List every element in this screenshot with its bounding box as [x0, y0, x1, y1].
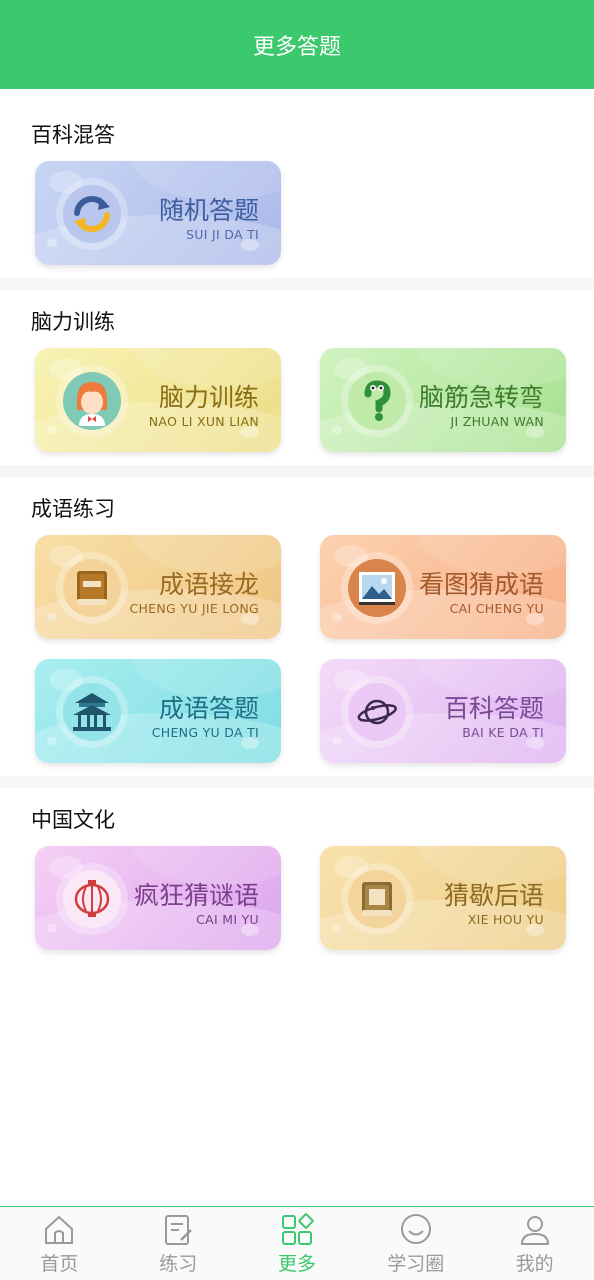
user-icon [520, 1216, 549, 1245]
card-brain-training[interactable]: 脑力训练 NAO LI XUN LIAN [35, 348, 281, 452]
section-title-baike: 百科混答 [31, 123, 115, 147]
book-icon [77, 571, 107, 605]
card-random-quiz[interactable]: 随机答题 SUI JI DA TI [35, 161, 281, 265]
card-subtitle: BAI KE DA TI [462, 725, 544, 740]
card-subtitle: CAI CHENG YU [449, 601, 544, 616]
pavilion-icon [73, 693, 111, 731]
card-title: 猜歇后语 [443, 881, 544, 910]
practice-icon [165, 1215, 193, 1245]
card-subtitle: CHENG YU DA TI [151, 725, 259, 740]
card-subtitle: CAI MI YU [196, 912, 259, 927]
card-subtitle: JI ZHUAN WAN [450, 414, 544, 429]
card-title: 百科答题 [443, 694, 544, 723]
section-divider [0, 465, 594, 477]
bottom-nav: 首页 练习 更多 学习圈 我的 [0, 1206, 594, 1280]
card-xiehouyu[interactable]: 猜歇后语 XIE HOU YU [320, 846, 566, 950]
nav-item-home[interactable]: 首页 [0, 1207, 119, 1280]
card-title: 成语接龙 [158, 570, 259, 599]
nav-label: 首页 [40, 1253, 79, 1275]
nav-label: 更多 [277, 1253, 316, 1275]
home-icon [45, 1215, 74, 1244]
nav-item-more[interactable]: 更多 [238, 1207, 357, 1280]
nav-item-mine[interactable]: 我的 [475, 1207, 594, 1280]
question-mark-icon [364, 380, 391, 421]
card-idiom-quiz[interactable]: 成语答题 CHENG YU DA TI [35, 659, 281, 763]
section-divider [0, 278, 594, 290]
refresh-icon [74, 196, 110, 232]
card-encyclopedia-quiz[interactable]: 百科答题 BAI KE DA TI [320, 659, 566, 763]
card-riddles[interactable]: 疯狂猜谜语 CAI MI YU [35, 846, 281, 950]
card-brain-teaser[interactable]: 脑筋急转弯 JI ZHUAN WAN [320, 348, 566, 452]
card-subtitle: CHENG YU JIE LONG [129, 601, 259, 616]
nav-label: 学习圈 [387, 1253, 445, 1275]
section-divider [0, 776, 594, 788]
card-title: 成语答题 [158, 694, 259, 723]
section-title-culture: 中国文化 [31, 808, 115, 832]
card-idiom-chain[interactable]: 成语接龙 CHENG YU JIE LONG [35, 535, 281, 639]
card-title: 疯狂猜谜语 [133, 881, 259, 910]
lantern-icon [74, 880, 110, 917]
card-subtitle: XIE HOU YU [467, 912, 544, 927]
app-header: 更多答题 [0, 0, 594, 89]
picture-icon [359, 572, 395, 605]
card-title: 脑力训练 [158, 383, 259, 412]
chat-bubble-icon [400, 1214, 431, 1244]
xie-book-icon [362, 882, 392, 916]
card-title: 看图猜成语 [418, 570, 544, 599]
planet-icon [357, 699, 397, 725]
page-title: 更多答题 [252, 34, 341, 60]
card-subtitle: SUI JI DA TI [186, 227, 259, 242]
nav-label: 练习 [159, 1253, 198, 1275]
card-guess-idiom-picture[interactable]: 看图猜成语 CAI CHENG YU [320, 535, 566, 639]
card-title: 脑筋急转弯 [418, 383, 544, 412]
nav-item-study-circle[interactable]: 学习圈 [356, 1207, 475, 1280]
card-subtitle: NAO LI XUN LIAN [148, 414, 259, 429]
card-title: 随机答题 [158, 196, 259, 225]
section-title-idiom: 成语练习 [31, 497, 115, 521]
girl-avatar-icon [77, 382, 107, 426]
nav-label: 我的 [515, 1253, 554, 1275]
section-title-brain: 脑力训练 [31, 310, 115, 334]
more-grid-icon [281, 1213, 314, 1245]
nav-item-practice[interactable]: 练习 [119, 1207, 238, 1280]
